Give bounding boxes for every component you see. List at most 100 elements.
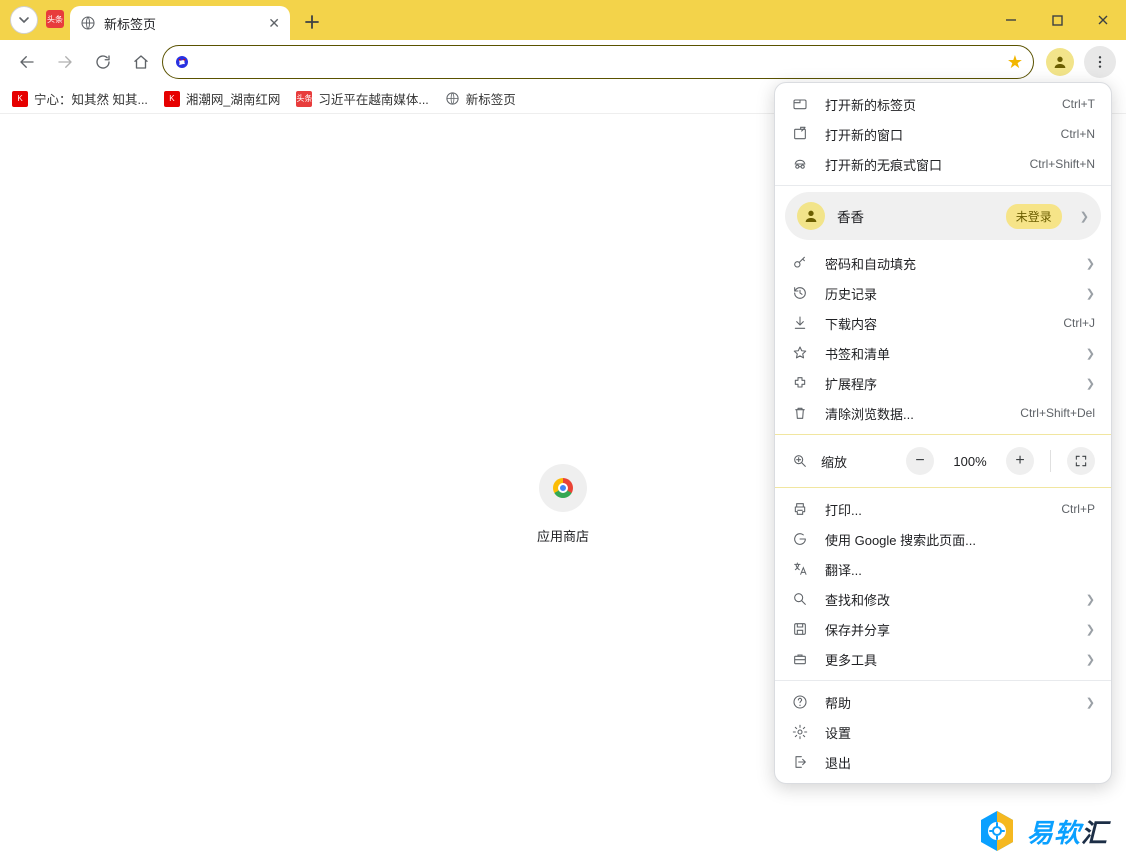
site-icon: [173, 53, 191, 71]
reload-button[interactable]: [86, 45, 120, 79]
incognito-icon: [791, 156, 809, 172]
menu-separator: [775, 434, 1111, 435]
tab-search-button[interactable]: [10, 6, 38, 34]
profile-button[interactable]: [1046, 48, 1074, 76]
menu-passwords[interactable]: 密码和自动填充 ❯: [775, 248, 1111, 278]
menu-print[interactable]: 打印... Ctrl+P: [775, 494, 1111, 524]
zoom-out-button[interactable]: −: [906, 447, 934, 475]
fullscreen-button[interactable]: [1067, 447, 1095, 475]
bookmark-item[interactable]: 头条习近平在越南媒体...: [296, 89, 428, 108]
chevron-right-icon: ❯: [1086, 593, 1095, 606]
new-tab-button[interactable]: [298, 8, 326, 36]
menu-label: 退出: [825, 753, 1095, 772]
menu-shortcut: Ctrl+P: [1061, 502, 1095, 516]
address-bar[interactable]: ★: [162, 45, 1034, 79]
key-icon: [791, 255, 809, 271]
menu-label: 密码和自动填充: [825, 254, 1070, 273]
chevron-right-icon: ❯: [1080, 210, 1089, 223]
dots-vertical-icon: [1092, 54, 1108, 70]
watermark: 易软汇: [977, 809, 1108, 853]
more-menu-button[interactable]: [1084, 46, 1116, 78]
pinned-tab-icon[interactable]: 头条: [46, 10, 64, 28]
menu-separator: [775, 487, 1111, 488]
bookmark-item[interactable]: K湘潮网_湖南红网: [164, 89, 280, 108]
menu-label: 查找和修改: [825, 590, 1070, 609]
reload-icon: [94, 53, 112, 71]
chevron-right-icon: ❯: [1086, 377, 1095, 390]
menu-google-search[interactable]: 使用 Google 搜索此页面...: [775, 524, 1111, 554]
profile-badge: 未登录: [1006, 204, 1062, 229]
menu-label: 打开新的窗口: [825, 125, 1045, 144]
menu-shortcut: Ctrl+J: [1063, 316, 1095, 330]
address-input[interactable]: [199, 54, 999, 70]
menu-bookmarks[interactable]: 书签和清单 ❯: [775, 338, 1111, 368]
arrow-right-icon: [56, 53, 74, 71]
toolbox-icon: [791, 651, 809, 667]
globe-icon: [80, 15, 96, 31]
tab-close-button[interactable]: ✕: [268, 15, 280, 32]
watermark-logo-icon: [977, 809, 1017, 853]
tab-title: 新标签页: [104, 14, 156, 33]
menu-label: 下载内容: [825, 314, 1047, 333]
save-icon: [791, 621, 809, 637]
bookmark-star-button[interactable]: ★: [1007, 52, 1023, 73]
menu-label: 历史记录: [825, 284, 1070, 303]
history-icon: [791, 285, 809, 301]
menu-new-window[interactable]: 打开新的窗口 Ctrl+N: [775, 119, 1111, 149]
chevron-down-icon: [18, 14, 30, 26]
bookmark-item[interactable]: K宁心：知其然 知其...: [12, 89, 148, 108]
shortcut-tile[interactable]: 应用商店: [537, 464, 589, 545]
menu-downloads[interactable]: 下载内容 Ctrl+J: [775, 308, 1111, 338]
menu-incognito[interactable]: 打开新的无痕式窗口 Ctrl+Shift+N: [775, 149, 1111, 179]
tab-icon: [791, 96, 809, 112]
chevron-right-icon: ❯: [1086, 653, 1095, 666]
menu-new-tab[interactable]: 打开新的标签页 Ctrl+T: [775, 89, 1111, 119]
print-icon: [791, 501, 809, 517]
active-tab[interactable]: 新标签页 ✕: [70, 6, 290, 40]
menu-profile[interactable]: 香香 未登录 ❯: [785, 192, 1101, 240]
back-button[interactable]: [10, 45, 44, 79]
menu-label: 打开新的无痕式窗口: [825, 155, 1014, 174]
menu-shortcut: Ctrl+T: [1062, 97, 1095, 111]
bookmark-icon: K: [12, 91, 28, 107]
plus-icon: [305, 15, 319, 29]
bookmark-label: 新标签页: [466, 89, 516, 108]
window-icon: [791, 126, 809, 142]
chrome-menu: 打开新的标签页 Ctrl+T 打开新的窗口 Ctrl+N 打开新的无痕式窗口 C…: [774, 82, 1112, 784]
menu-label: 翻译...: [825, 560, 1095, 579]
menu-settings[interactable]: 设置: [775, 717, 1111, 747]
menu-clear-data[interactable]: 清除浏览数据... Ctrl+Shift+Del: [775, 398, 1111, 428]
menu-history[interactable]: 历史记录 ❯: [775, 278, 1111, 308]
chevron-right-icon: ❯: [1086, 347, 1095, 360]
fullscreen-icon: [1074, 454, 1088, 468]
menu-label: 保存并分享: [825, 620, 1070, 639]
zoom-in-button[interactable]: +: [1006, 447, 1034, 475]
menu-exit[interactable]: 退出: [775, 747, 1111, 777]
menu-save-share[interactable]: 保存并分享 ❯: [775, 614, 1111, 644]
chevron-right-icon: ❯: [1086, 623, 1095, 636]
search-icon: [791, 591, 809, 607]
menu-separator: [775, 185, 1111, 186]
toolbar: ★: [0, 40, 1126, 84]
bookmark-item[interactable]: 新标签页: [445, 89, 516, 108]
menu-translate[interactable]: 翻译...: [775, 554, 1111, 584]
maximize-button[interactable]: [1034, 0, 1080, 40]
exit-icon: [791, 754, 809, 770]
avatar-icon: [797, 202, 825, 230]
menu-separator: [775, 680, 1111, 681]
home-icon: [132, 53, 150, 71]
chevron-right-icon: ❯: [1086, 257, 1095, 270]
home-button[interactable]: [124, 45, 158, 79]
trash-icon: [791, 405, 809, 421]
close-window-button[interactable]: [1080, 0, 1126, 40]
menu-find-edit[interactable]: 查找和修改 ❯: [775, 584, 1111, 614]
zoom-value: 100%: [946, 454, 994, 469]
chevron-right-icon: ❯: [1086, 696, 1095, 709]
minimize-button[interactable]: [988, 0, 1034, 40]
forward-button[interactable]: [48, 45, 82, 79]
menu-label: 打开新的标签页: [825, 95, 1046, 114]
menu-help[interactable]: 帮助 ❯: [775, 687, 1111, 717]
menu-label: 使用 Google 搜索此页面...: [825, 530, 1095, 549]
menu-extensions[interactable]: 扩展程序 ❯: [775, 368, 1111, 398]
menu-more-tools[interactable]: 更多工具 ❯: [775, 644, 1111, 674]
